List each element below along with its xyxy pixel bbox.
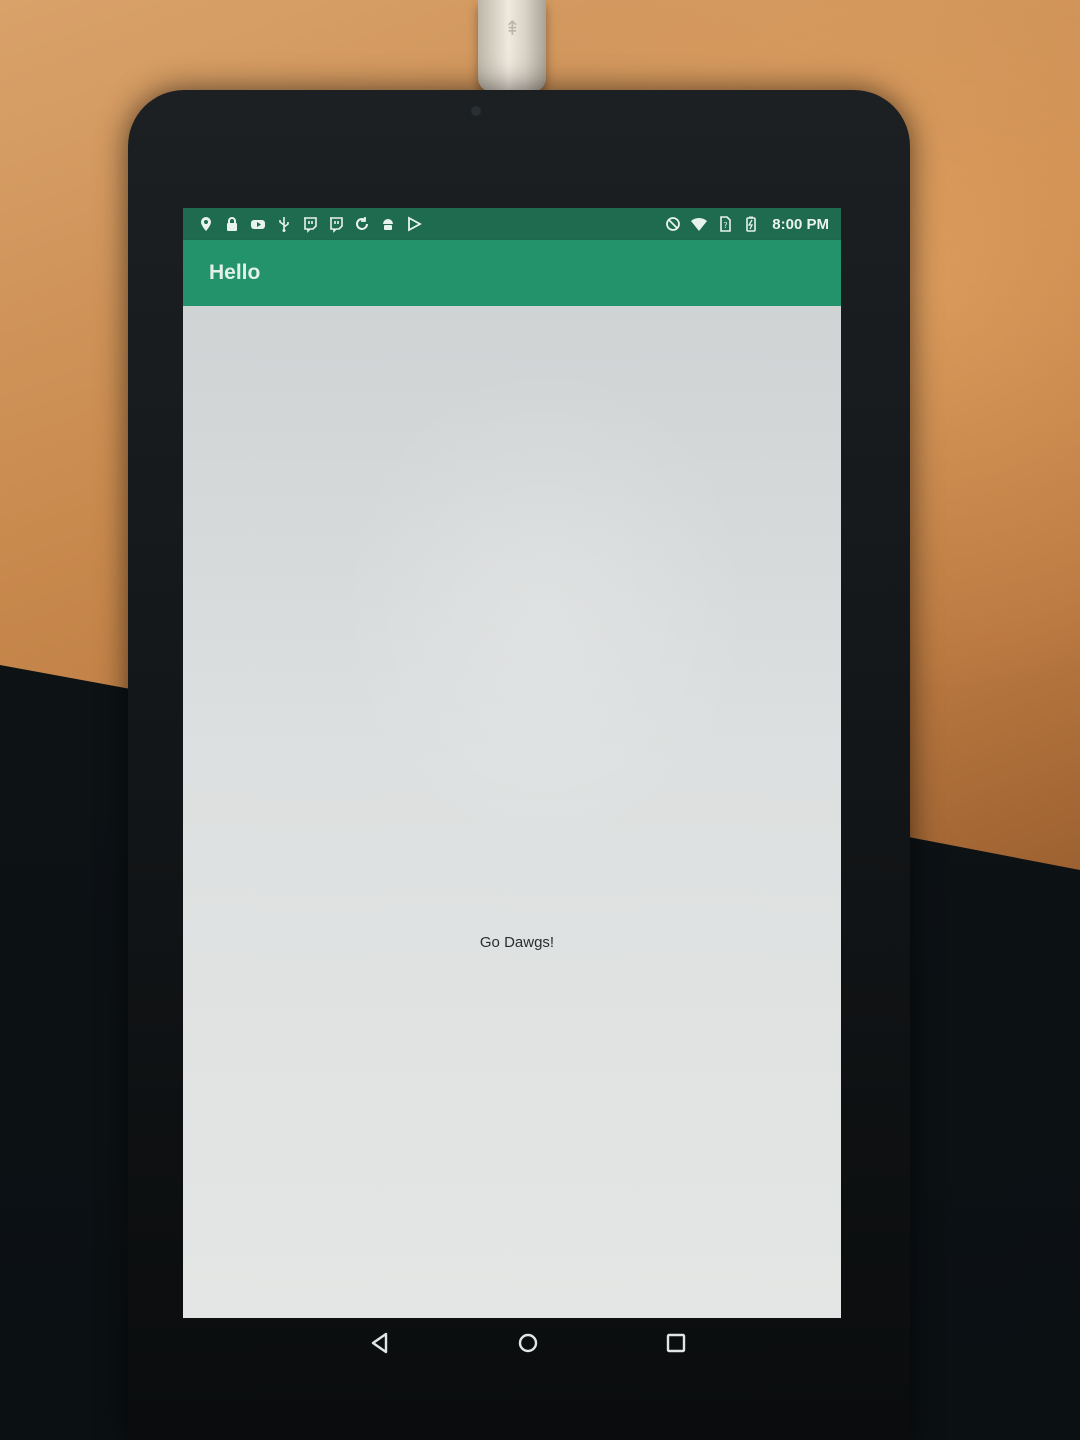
play-store-icon <box>405 215 423 233</box>
do-not-disturb-icon <box>664 215 682 233</box>
twitch-icon <box>327 215 345 233</box>
android-icon <box>379 215 397 233</box>
battery-icon <box>742 215 760 233</box>
no-sim-icon: ? <box>716 215 734 233</box>
main-content: Go Dawgs! <box>183 306 841 1318</box>
circular-arrow-icon <box>353 215 371 233</box>
wifi-icon <box>690 215 708 233</box>
tablet-device: ? 8:00 PM Hello Go Dawgs! <box>128 90 910 1440</box>
usb-icon <box>275 215 293 233</box>
navigation-bar <box>183 1318 873 1368</box>
back-icon[interactable] <box>365 1328 395 1358</box>
greeting-text: Go Dawgs! <box>479 934 555 951</box>
app-title: Hello <box>209 261 261 284</box>
status-bar: ? 8:00 PM <box>183 208 841 240</box>
svg-text:?: ? <box>724 221 728 230</box>
tablet-screen: ? 8:00 PM Hello Go Dawgs! <box>183 208 841 1318</box>
usb-symbol-icon: ⇞ <box>504 18 521 40</box>
front-camera <box>471 106 481 116</box>
lock-icon <box>223 215 241 233</box>
home-icon[interactable] <box>513 1328 543 1358</box>
app-toolbar: Hello <box>183 240 841 306</box>
recents-icon[interactable] <box>661 1328 691 1358</box>
location-pin-icon <box>197 215 215 233</box>
video-icon <box>249 215 267 233</box>
twitch-icon <box>301 215 319 233</box>
system-icons: ? 8:00 PM <box>664 215 829 233</box>
usb-cable: ⇞ <box>478 0 546 92</box>
status-clock: 8:00 PM <box>772 215 829 233</box>
notification-icons <box>197 215 423 233</box>
